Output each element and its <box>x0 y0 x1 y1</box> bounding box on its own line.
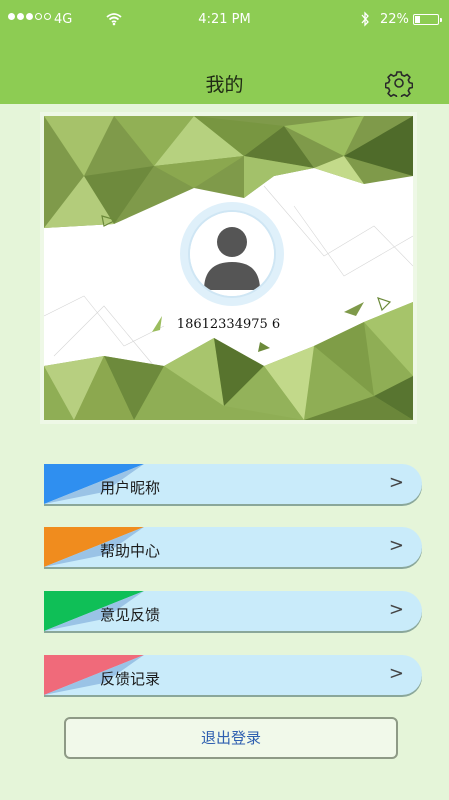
chevron-right-icon: > <box>388 663 404 684</box>
chevron-right-icon: > <box>388 535 404 556</box>
battery-icon <box>413 14 442 25</box>
chevron-right-icon: > <box>388 472 404 493</box>
menu-item-nickname[interactable]: 用户昵称 > <box>44 464 422 504</box>
menu-item-feedback[interactable]: 意见反馈 > <box>44 591 422 631</box>
avatar[interactable] <box>188 210 276 298</box>
avatar-frame[interactable] <box>180 202 284 306</box>
user-silhouette-icon <box>190 212 274 296</box>
status-bar: 4G 4:21 PM 22% <box>0 0 449 40</box>
chevron-right-icon: > <box>388 599 404 620</box>
menu-item-help-center[interactable]: 帮助中心 > <box>44 527 422 567</box>
menu-item-label: 帮助中心 <box>100 542 161 560</box>
menu-item-feedback-history[interactable]: 反馈记录 > <box>44 655 422 695</box>
menu-item-label: 意见反馈 <box>100 606 161 624</box>
user-phone: 18612334975 6 <box>176 317 281 332</box>
menu-item-label: 用户昵称 <box>100 479 161 497</box>
page-title: 我的 <box>205 74 244 96</box>
logout-button[interactable]: 退出登录 <box>64 717 398 759</box>
battery-percent: 22% <box>380 12 409 27</box>
top-bar: 4G 4:21 PM 22% 我的 <box>0 0 449 104</box>
menu-item-label: 反馈记录 <box>100 670 161 688</box>
bluetooth-icon <box>361 11 369 27</box>
profile-banner: 18612334975 6 <box>40 112 417 424</box>
gear-icon[interactable] <box>385 69 413 97</box>
